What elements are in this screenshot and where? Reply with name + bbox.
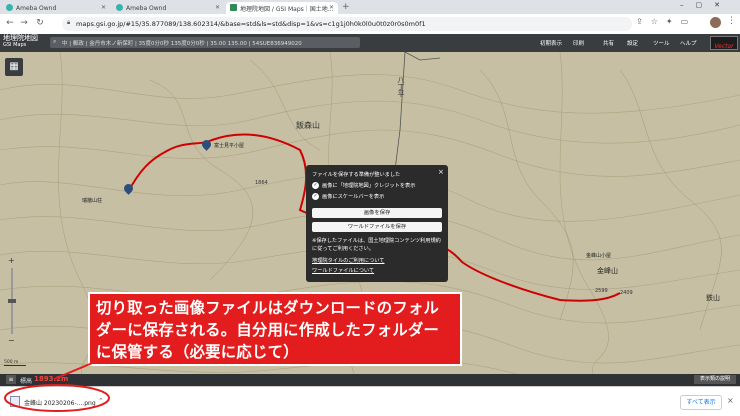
url-text: maps.gsi.go.jp/#15/35.877089/138.602314/… [76,20,426,28]
close-icon[interactable]: × [438,168,444,176]
gsi-logo[interactable]: 地理院地図 GSI Maps [3,34,38,49]
tools-button[interactable]: ツール [653,37,670,48]
logo-subtext: GSI Maps [3,42,27,48]
check-icon: ✓ [312,193,319,200]
tab-gsi-maps[interactable]: 地理院地図 / GSI Maps｜国土地... ✕ [226,2,338,14]
lock-icon: 🔒︎ [67,19,71,26]
zoom-in-icon[interactable]: + [8,256,15,265]
dialog-title: ファイルを保存する準備が整いました [312,172,401,178]
avatar[interactable] [710,17,721,28]
print-button[interactable]: 印刷 [573,37,584,48]
scalebar-checkbox[interactable]: ✓ 画像にスケールバーを表示 [312,193,384,200]
credit-checkbox[interactable]: ✓ 画像に「地理院地図」クレジットを表示 [312,182,415,189]
tab-bar [0,0,740,14]
close-tab-icon[interactable]: ✕ [215,4,220,11]
settings-button[interactable]: 設定 [627,37,638,48]
map-label-forest: 飯森山 [296,121,320,130]
browser-toolbar-icons[interactable]: ⇪☆✦▭ [636,17,696,26]
forward-icon[interactable]: → [18,17,30,29]
legend-button[interactable]: 表示類の説明 [694,375,736,384]
map-elevation-label: 2599 [595,288,608,294]
window-controls[interactable]: –▢✕ [680,1,732,9]
tab-label: Ameba Ownd [126,4,167,12]
gsi-favicon-icon [230,4,237,11]
back-icon[interactable]: ← [4,17,16,29]
share-button[interactable]: 共有 [603,37,614,48]
save-file-dialog: ファイルを保存する準備が整いました × ✓ 画像に「地理院地図」クレジットを表示… [306,165,448,282]
tab-ameba-2[interactable]: Ameba Ownd ✕ [112,2,224,14]
scale-bar: 500 m [4,360,26,366]
ameba-favicon-icon [6,4,13,11]
checkbox-label: 画像に「地理院地図」クレジットを表示 [322,183,416,189]
show-all-button[interactable]: すべて表示 [680,395,722,410]
tile-usage-link[interactable]: 地理院タイルのご利用について [312,257,384,264]
zoom-out-icon[interactable]: − [8,336,15,345]
annotation-callout: 切り取った画像ファイルはダウンロードのフォルダーに保存される。自分用に作成したフ… [88,292,462,366]
save-image-button[interactable]: 画像を保存 [312,208,442,218]
logo-text: 地理院地図 [3,34,38,42]
map-label-peak-main: 金峰山 [597,267,618,275]
map-elevation-label: 1864 [255,180,268,186]
tab-label: Ameba Ownd [16,4,57,12]
close-tab-icon[interactable]: ✕ [329,4,334,11]
tab-label: 地理院地図 / GSI Maps｜国土地... [240,5,334,13]
map-elevation-label: 2409 [620,290,633,296]
close-download-bar-icon[interactable]: × [727,396,734,405]
map-label-mountain-left: 瑞牆山荘 [82,198,103,204]
location-text: 中 | 郵政 | 金丹市木ノ新保町 | 35度0分0秒 135度0分0秒 | 3… [62,40,302,47]
reload-icon[interactable]: ↻ [34,17,46,29]
usage-note: ※保存したファイルは、国土地理院コンテンツ利用規約に従ってご利用ください。 [312,238,441,252]
tab-ameba-1[interactable]: Ameba Ownd ✕ [2,2,110,14]
checkbox-label: 画像にスケールバーを表示 [322,194,385,200]
menu-icon[interactable]: ⋮ [727,16,736,26]
download-highlight-ellipse [4,384,110,412]
url-input[interactable]: 🔒︎ maps.gsi.go.jp/#15/35.877089/138.6023… [62,17,632,31]
save-world-file-button[interactable]: ワールドファイルを保存 [312,222,442,232]
location-bar[interactable]: ⌕ 中 | 郵政 | 金丹市木ノ新保町 | 35度0分0秒 135度0分0秒 |… [50,37,360,48]
search-icon: ⌕ [53,38,57,45]
annotation-arrow [53,358,103,380]
help-button[interactable]: ヘルプ [680,37,697,48]
initial-view-button[interactable]: 初期表示 [540,37,562,48]
vector-toggle[interactable]: Vector [710,36,738,50]
ameba-favicon-icon [116,4,123,11]
map-label-peak-hut: 金峰山小屋 [586,253,612,259]
layers-icon[interactable]: ▦ [5,58,23,76]
check-icon: ✓ [312,182,319,189]
map-label-hut: 富士見平小屋 [214,143,245,149]
map-label-place-top: 八丁平 [397,76,405,97]
world-file-link[interactable]: ワールドファイルについて [312,267,374,274]
zoom-handle[interactable] [8,299,16,303]
close-tab-icon[interactable]: ✕ [101,4,106,11]
map-label-peak-right: 鉄山 [706,294,720,302]
new-tab-icon[interactable]: + [342,2,350,12]
